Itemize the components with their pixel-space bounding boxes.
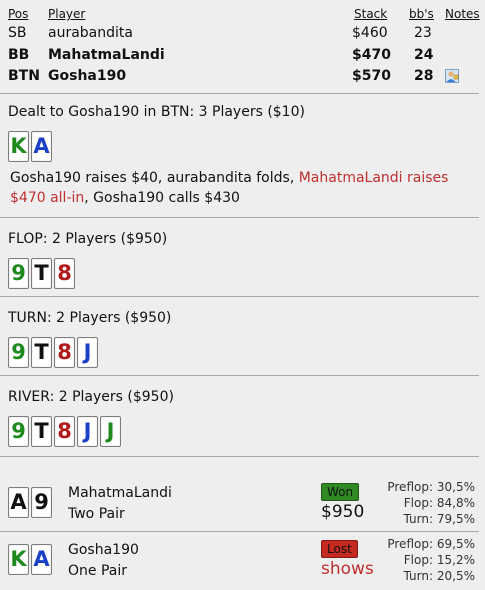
- equity-value: 15,2%: [436, 553, 475, 567]
- divider: [0, 217, 479, 218]
- result-player-name[interactable]: MahatmaLandi: [68, 485, 172, 501]
- equity-value: 30,5%: [436, 480, 475, 494]
- divider: [0, 93, 479, 94]
- won-amount: $950: [321, 502, 365, 522]
- player-pos: BB: [8, 47, 30, 63]
- card: T: [31, 337, 52, 368]
- card: 8: [54, 337, 75, 368]
- river-cards: 9 T 8 J J: [8, 416, 121, 447]
- result-hand-name: One Pair: [68, 563, 127, 579]
- divider: [0, 456, 479, 457]
- player-row[interactable]: BTN Gosha190 $570 28: [0, 68, 485, 88]
- divider: [0, 531, 479, 532]
- player-bbs: 24: [414, 47, 434, 63]
- card: A: [8, 487, 29, 518]
- preflop-title: Dealt to Gosha190 in BTN: 3 Players ($10…: [8, 104, 305, 120]
- equity-label: Flop:: [403, 496, 433, 510]
- won-badge: Won: [321, 483, 360, 501]
- action-text: , Gosha190 calls $430: [84, 190, 240, 206]
- result-hand-name: Two Pair: [68, 506, 125, 522]
- shown-cards: A 9: [8, 487, 52, 518]
- action-text: Gosha190 raises $40, aurabandita folds,: [10, 170, 299, 186]
- lost-badge: Lost: [321, 540, 358, 558]
- header-bbs[interactable]: bb's: [409, 7, 434, 21]
- equity-label: Turn:: [403, 512, 433, 526]
- player-pos: SB: [8, 25, 27, 41]
- header-notes[interactable]: Notes: [445, 7, 480, 21]
- player-row[interactable]: SB aurabandita $460 23: [0, 25, 485, 45]
- player-name[interactable]: Gosha190: [48, 68, 126, 84]
- card: K: [8, 544, 29, 575]
- river-title: RIVER: 2 Players ($950): [8, 389, 174, 405]
- card: A: [31, 131, 52, 162]
- equity-value: 69,5%: [436, 537, 475, 551]
- card: T: [31, 416, 52, 447]
- equity-value: 79,5%: [436, 512, 475, 526]
- card: J: [77, 337, 98, 368]
- equity-value: 84,8%: [436, 496, 475, 510]
- player-bbs: 23: [414, 25, 432, 41]
- player-stack: $470: [352, 47, 391, 63]
- card: K: [8, 131, 29, 162]
- turn-title: TURN: 2 Players ($950): [8, 310, 172, 326]
- flop-title: FLOP: 2 Players ($950): [8, 231, 168, 247]
- header-pos[interactable]: Pos: [8, 7, 28, 21]
- divider: [0, 296, 479, 297]
- player-row[interactable]: BB MahatmaLandi $470 24: [0, 47, 485, 67]
- card: 8: [54, 416, 75, 447]
- player-stack: $460: [352, 25, 388, 41]
- player-pos: BTN: [8, 68, 40, 84]
- equity-value: 20,5%: [436, 569, 475, 583]
- player-name[interactable]: MahatmaLandi: [48, 47, 165, 63]
- card: 9: [8, 258, 29, 289]
- card: 9: [31, 487, 52, 518]
- card: 9: [8, 416, 29, 447]
- card: 8: [54, 258, 75, 289]
- equity-label: Preflop:: [387, 480, 433, 494]
- equity-label: Preflop:: [387, 537, 433, 551]
- divider: [0, 375, 479, 376]
- player-name[interactable]: aurabandita: [48, 25, 133, 41]
- preflop-action-text: Gosha190 raises $40, aurabandita folds, …: [10, 168, 465, 208]
- card: J: [77, 416, 98, 447]
- player-bbs: 28: [414, 68, 434, 84]
- card: J: [100, 416, 121, 447]
- flop-cards: 9 T 8: [8, 258, 75, 289]
- equity-label: Flop:: [403, 553, 433, 567]
- result-player-name[interactable]: Gosha190: [68, 542, 139, 558]
- equity-label: Turn:: [403, 569, 433, 583]
- shown-cards: K A: [8, 544, 52, 575]
- card: A: [31, 544, 52, 575]
- turn-cards: 9 T 8 J: [8, 337, 98, 368]
- header-player[interactable]: Player: [48, 7, 85, 21]
- player-note-icon[interactable]: [445, 69, 459, 83]
- card: 9: [8, 337, 29, 368]
- card: T: [31, 258, 52, 289]
- player-stack: $570: [352, 68, 391, 84]
- header-stack[interactable]: Stack: [354, 7, 387, 21]
- hole-cards: K A: [8, 131, 52, 162]
